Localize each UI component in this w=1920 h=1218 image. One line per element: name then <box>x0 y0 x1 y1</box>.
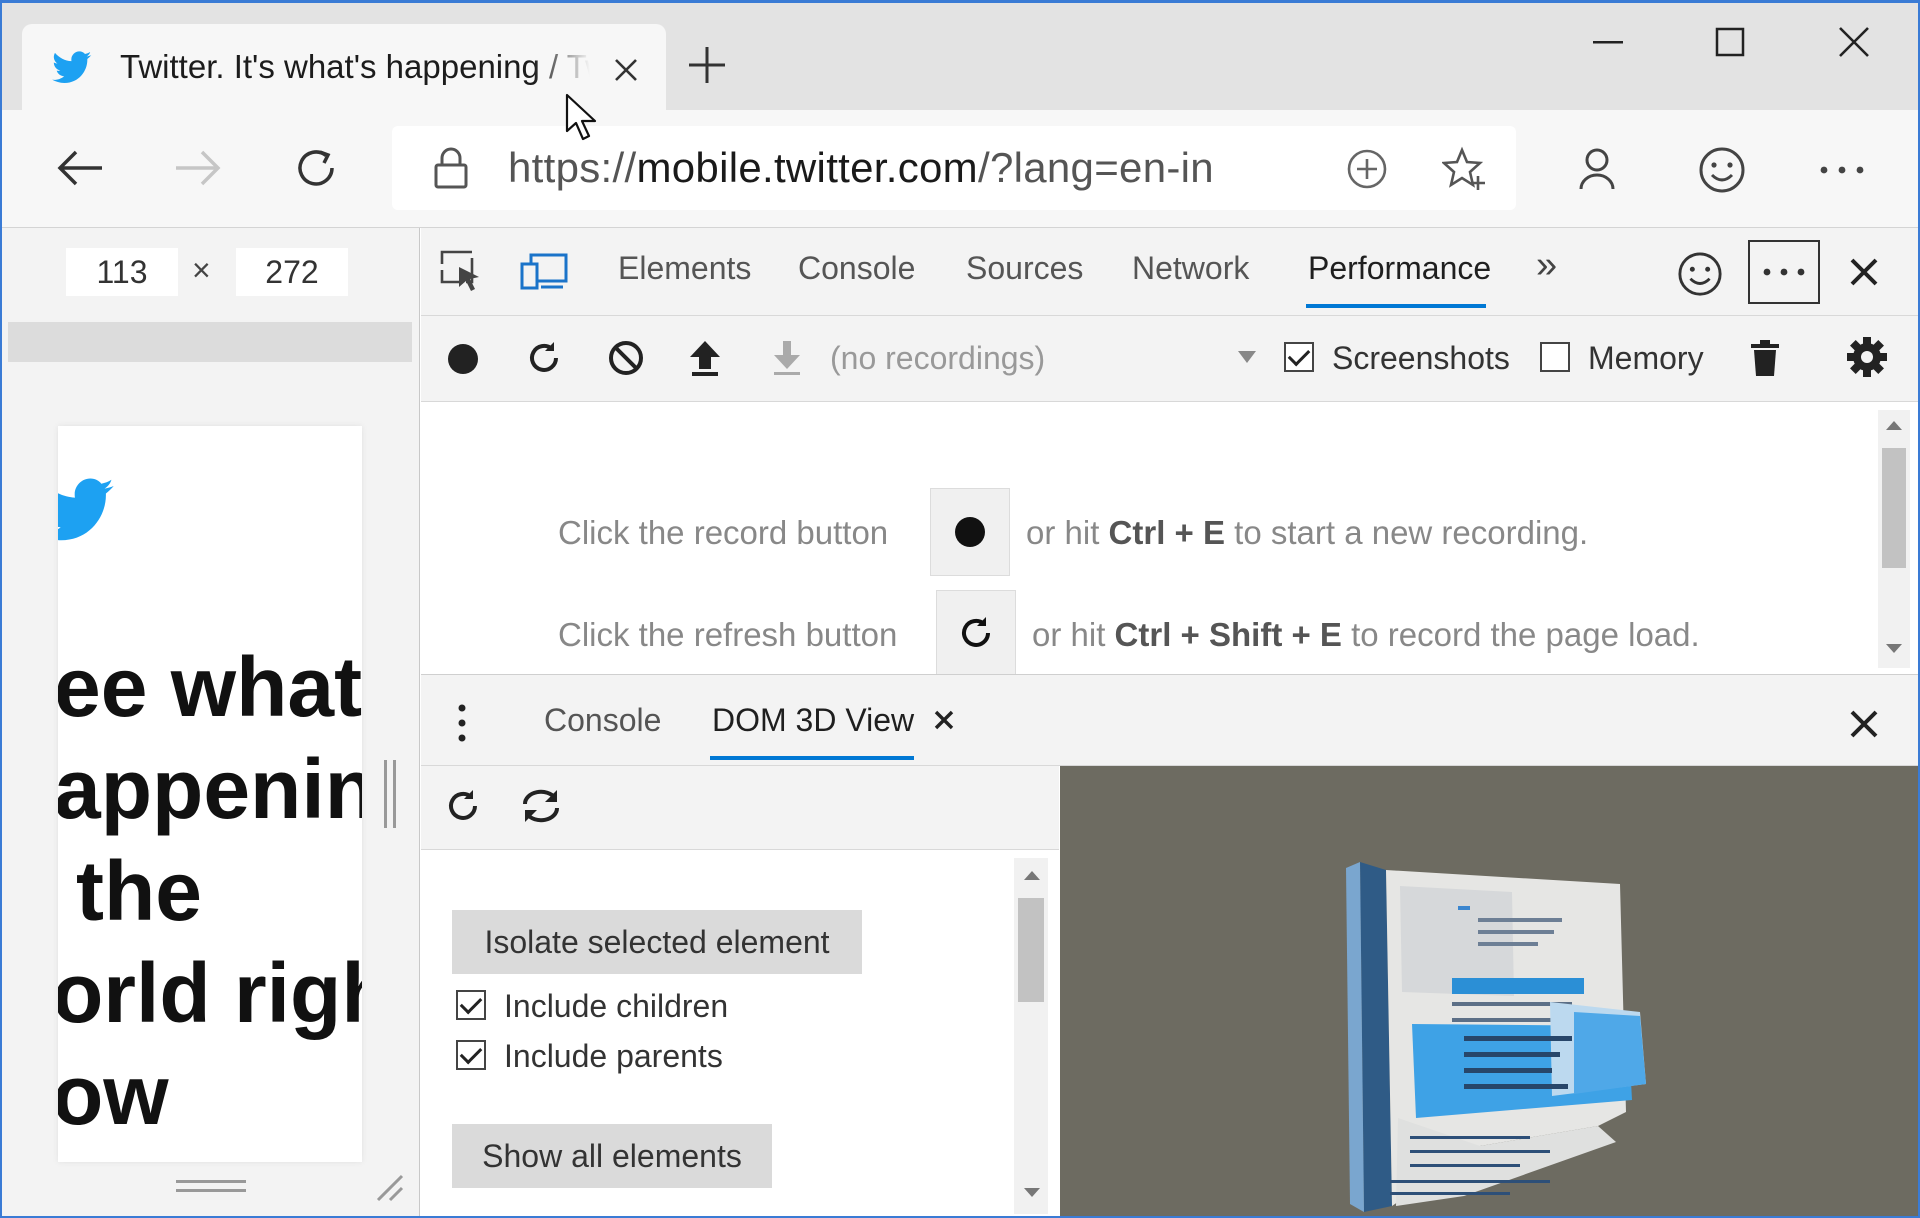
include-parents-checkbox[interactable] <box>456 1040 486 1070</box>
inspect-element-icon[interactable] <box>436 246 486 296</box>
record-icon[interactable] <box>440 336 486 382</box>
dom3d-viewport[interactable] <box>1060 766 1920 1218</box>
maximize-icon[interactable] <box>1702 18 1758 66</box>
profile-icon[interactable] <box>1568 140 1626 198</box>
feedback-smiley-icon[interactable] <box>1692 140 1752 200</box>
dimension-separator: × <box>192 252 211 288</box>
device-viewport[interactable]: ee what’s appening the orld righ ow <box>58 426 362 1162</box>
twitter-logo-icon <box>58 474 116 548</box>
headline-line: ee what’s <box>58 640 362 734</box>
load-profile-icon[interactable] <box>682 334 728 382</box>
customize-devtools-icon[interactable] <box>1748 240 1820 304</box>
record-hint-prefix: Click the record button <box>558 514 889 551</box>
tab-title[interactable]: Twitter. It's what's happening / Twitter <box>120 48 590 88</box>
headline-line: the <box>76 844 202 938</box>
screenshots-checkbox[interactable] <box>1284 342 1314 372</box>
include-children-label: Include children <box>504 988 729 1024</box>
tab-console[interactable]: Console <box>798 250 915 287</box>
viewport-height-resize-handle[interactable] <box>176 1180 246 1192</box>
url-text[interactable]: https://mobile.twitter.com/?lang=en-in <box>508 144 1214 194</box>
media-query-bar[interactable] <box>8 322 412 362</box>
dom3d-reset-view-icon[interactable] <box>514 782 568 830</box>
record-hint-suffix: or hit Ctrl + E to start a new recording… <box>1026 514 1589 551</box>
tab-network[interactable]: Network <box>1132 250 1249 287</box>
include-parents-label: Include parents <box>504 1038 723 1074</box>
devtools-feedback-icon[interactable] <box>1672 246 1728 302</box>
new-tab-icon[interactable] <box>682 40 732 90</box>
close-window-icon[interactable] <box>1826 18 1882 66</box>
show-all-elements-button[interactable]: Show all elements <box>452 1124 772 1188</box>
device-width-input[interactable]: 113 <box>66 248 178 296</box>
more-tabs-icon[interactable]: » <box>1536 244 1557 287</box>
add-to-collection-icon[interactable] <box>1340 142 1394 196</box>
back-arrow-icon[interactable] <box>50 140 110 196</box>
reload-button[interactable] <box>936 590 1016 676</box>
favorites-star-icon[interactable] <box>1436 140 1494 198</box>
twitter-bird-icon <box>50 48 94 88</box>
isolate-selected-element-button[interactable]: Isolate selected element <box>452 910 862 974</box>
close-tab-icon[interactable] <box>604 48 648 92</box>
resize-corner-icon[interactable] <box>372 1170 406 1204</box>
close-drawer-icon[interactable] <box>1840 700 1888 748</box>
headline-line: orld righ <box>58 946 362 1040</box>
drawer-tab-console[interactable]: Console <box>544 702 661 739</box>
close-drawer-tab-icon[interactable] <box>930 704 958 736</box>
select-dropdown-icon[interactable] <box>1234 344 1260 370</box>
drawer-menu-icon[interactable] <box>448 700 476 746</box>
clear-icon[interactable] <box>602 334 650 382</box>
screenshots-label: Screenshots <box>1332 340 1510 376</box>
dom3d-render <box>1346 862 1646 1212</box>
tab-elements[interactable]: Elements <box>618 250 751 287</box>
active-drawer-tab-indicator <box>710 756 914 760</box>
lock-icon <box>428 142 474 194</box>
trash-icon[interactable] <box>1742 334 1788 382</box>
mouse-cursor-icon <box>562 90 602 146</box>
scroll-up-icon[interactable] <box>1880 412 1908 438</box>
memory-checkbox[interactable] <box>1540 342 1570 372</box>
include-children-checkbox[interactable] <box>456 990 486 1020</box>
scroll-down-icon[interactable] <box>1880 636 1908 662</box>
drawer-tab-dom-3d-view[interactable]: DOM 3D View <box>712 702 914 739</box>
scroll-down-icon[interactable] <box>1018 1180 1046 1206</box>
minimize-icon[interactable] <box>1580 20 1636 64</box>
dom3d-settings-scroll-thumb[interactable] <box>1018 898 1044 1002</box>
dom3d-refresh-icon[interactable] <box>440 782 486 830</box>
viewport-width-resize-handle[interactable] <box>384 760 396 828</box>
capture-settings-gear-icon[interactable] <box>1842 332 1892 382</box>
device-emulation-icon[interactable] <box>516 248 572 296</box>
recordings-select[interactable]: (no recordings) <box>830 340 1045 377</box>
headline-line: appening <box>58 742 362 836</box>
refresh-icon[interactable] <box>286 138 346 198</box>
scroll-up-icon[interactable] <box>1018 862 1046 888</box>
memory-label: Memory <box>1588 340 1704 376</box>
performance-scroll-thumb[interactable] <box>1882 448 1906 568</box>
tab-performance[interactable]: Performance <box>1308 250 1491 287</box>
record-button[interactable] <box>930 488 1010 576</box>
forward-arrow-icon[interactable] <box>168 140 228 196</box>
close-devtools-icon[interactable] <box>1840 248 1888 296</box>
save-profile-icon[interactable] <box>764 334 810 382</box>
headline-line: ow <box>58 1048 169 1142</box>
active-tab-indicator <box>1306 304 1486 308</box>
settings-more-icon[interactable] <box>1812 140 1872 200</box>
reload-hint-suffix: or hit Ctrl + Shift + E to record the pa… <box>1032 616 1700 653</box>
reload-record-icon[interactable] <box>520 334 568 382</box>
device-height-input[interactable]: 272 <box>236 248 348 296</box>
tab-sources[interactable]: Sources <box>966 250 1083 287</box>
reload-hint-prefix: Click the refresh button <box>558 616 898 653</box>
